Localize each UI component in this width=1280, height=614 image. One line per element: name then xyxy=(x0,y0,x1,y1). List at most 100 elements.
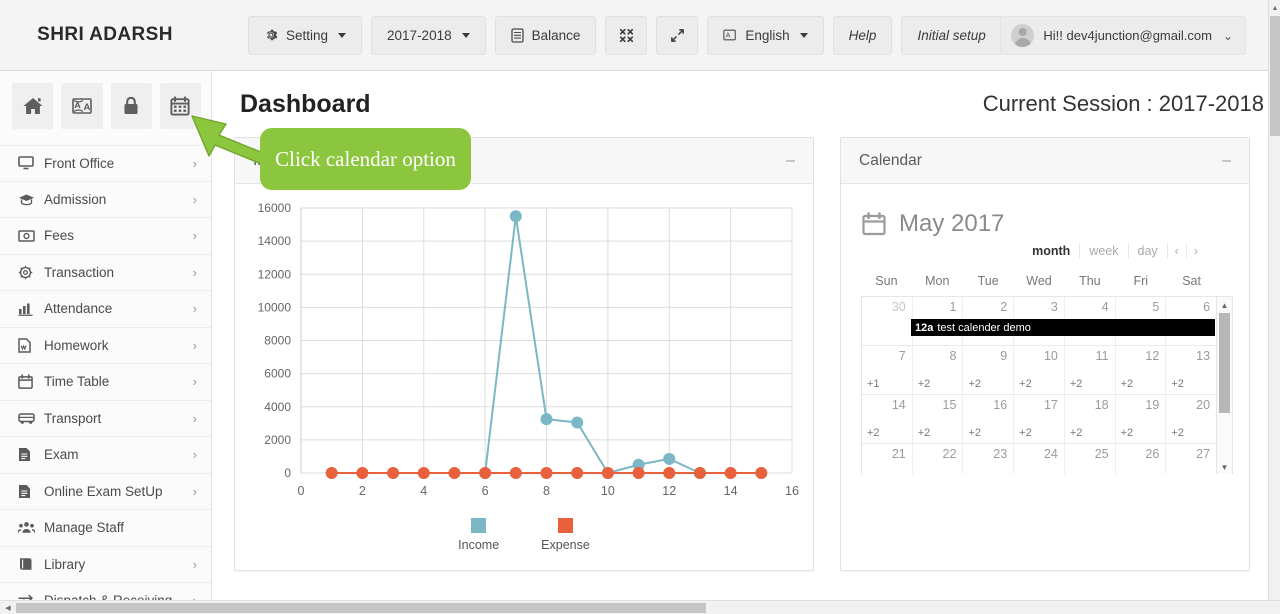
svg-text:6: 6 xyxy=(482,484,489,498)
calendar-day-cell[interactable]: 23+1 xyxy=(962,444,1013,474)
sidebar-item-fees[interactable]: Fees › xyxy=(0,218,211,255)
calendar-day-cell[interactable]: 21+2 xyxy=(862,444,912,474)
calendar-more-events-link[interactable]: +2 xyxy=(968,427,981,439)
help-button[interactable]: Help xyxy=(832,15,893,55)
initial-setup-button[interactable]: Initial setup xyxy=(901,15,1002,55)
calendar-day-number: 22 xyxy=(942,447,957,461)
collapse-button[interactable] xyxy=(605,15,648,55)
expand-icon xyxy=(670,28,685,43)
calendar-scrollbar[interactable]: ▲ ▼ xyxy=(1216,297,1232,474)
calendar-scrollbar-thumb[interactable] xyxy=(1219,313,1230,413)
setting-button[interactable]: Setting xyxy=(248,15,363,55)
sidebar-item-online-exam-setup[interactable]: Online Exam SetUp › xyxy=(0,474,211,510)
page-vertical-scrollbar[interactable]: ▲ xyxy=(1268,0,1280,600)
user-greeting: Hi!! dev4junction@gmail.com xyxy=(1043,28,1212,43)
calendar-day-cell[interactable]: 11 +2 xyxy=(1063,346,1115,394)
calendar-next-button[interactable]: › xyxy=(1185,244,1205,258)
calendar-more-events-link[interactable]: +2 xyxy=(1019,378,1032,390)
minimize-icon[interactable]: – xyxy=(1222,152,1231,169)
calendar-event[interactable]: 12a test calender demo xyxy=(911,319,1215,336)
calendar-more-events-link[interactable]: +2 xyxy=(968,378,981,390)
calendar-day-cell[interactable]: 10 +2 xyxy=(1013,346,1064,394)
minimize-icon[interactable]: – xyxy=(786,152,795,169)
sidebar-item-exam[interactable]: Exam › xyxy=(0,437,211,474)
calendar-more-events-link[interactable]: +2 xyxy=(1171,427,1184,439)
sidebar-item-library[interactable]: Library › xyxy=(0,547,211,583)
initial-setup-label: Initial setup xyxy=(917,27,986,43)
calendar-day-number: 27 xyxy=(1196,447,1211,461)
calendar-day-cell[interactable]: 22+2 xyxy=(911,444,963,474)
calendar-day-cell[interactable]: 25+1 xyxy=(1063,444,1115,474)
language-button[interactable]: A English xyxy=(707,15,824,55)
calendar-more-events-link[interactable]: +2 xyxy=(867,427,880,439)
sidebar-item-label: Manage Staff xyxy=(44,520,125,536)
calendar-weeks: 30 1 2 3 4 5 6 12a test calender demo 7 +1 8 +2 9 +2 10… xyxy=(862,297,1216,474)
sidebar-item-attendance[interactable]: Attendance › xyxy=(0,291,211,328)
page-horizontal-scrollbar-thumb[interactable] xyxy=(16,603,706,613)
sidebar-item-transport[interactable]: Transport › xyxy=(0,401,211,437)
sidebar-item-front-office[interactable]: Front Office › xyxy=(0,145,211,182)
calendar-day-cell[interactable]: 15 +2 xyxy=(911,395,963,443)
chevron-down-icon xyxy=(338,32,347,38)
file-text-icon xyxy=(18,484,44,499)
sidebar-item-admission[interactable]: Admission › xyxy=(0,182,211,218)
calendar-more-events-link[interactable]: +2 xyxy=(918,378,931,390)
calendar-day-cell[interactable]: 18 +2 xyxy=(1063,395,1115,443)
calendar-day-cell[interactable]: 17 +2 xyxy=(1013,395,1064,443)
scroll-left-icon[interactable]: ◀ xyxy=(1,601,15,614)
svg-text:12000: 12000 xyxy=(258,267,292,281)
quick-lock-button[interactable] xyxy=(110,83,152,129)
svg-text:6000: 6000 xyxy=(264,367,291,381)
book-icon xyxy=(18,557,44,571)
calendar-view-week[interactable]: week xyxy=(1079,244,1127,258)
calendar-more-events-link[interactable]: +2 xyxy=(1121,378,1134,390)
calendar-day-cell[interactable]: 13 +2 xyxy=(1165,346,1216,394)
page-horizontal-scrollbar[interactable]: ◀ xyxy=(0,600,1280,614)
session-select-button[interactable]: 2017-2018 xyxy=(371,15,486,55)
quick-translate-button[interactable]: A xyxy=(61,83,103,129)
calendar-more-events-link[interactable]: +2 xyxy=(1070,378,1083,390)
scroll-up-icon[interactable]: ▲ xyxy=(1269,1,1280,15)
chevron-right-icon: › xyxy=(192,228,197,244)
chevron-right-icon: › xyxy=(192,556,197,572)
expand-button[interactable] xyxy=(656,15,699,55)
calendar-day-cell[interactable]: 16 +2 xyxy=(962,395,1013,443)
calendar-icon xyxy=(18,374,44,390)
calendar-more-events-link[interactable]: +2 xyxy=(1070,427,1083,439)
calendar-view-month[interactable]: month xyxy=(1023,244,1079,258)
quick-home-button[interactable] xyxy=(12,83,54,129)
calendar-more-events-link[interactable]: +1 xyxy=(867,378,880,390)
user-menu[interactable]: Hi!! dev4junction@gmail.com ⌄ xyxy=(1000,16,1246,55)
calendar-prev-button[interactable]: ‹ xyxy=(1166,244,1186,258)
calendar-day-cell[interactable]: 24+1 xyxy=(1013,444,1064,474)
calendar-day-cell[interactable]: 14 +2 xyxy=(862,395,912,443)
calendar-more-events-link[interactable]: +2 xyxy=(918,427,931,439)
calendar-more-events-link[interactable]: +2 xyxy=(1019,427,1032,439)
calendar-day-cell[interactable]: 26+1 xyxy=(1114,444,1166,474)
calendar-day-cell[interactable]: 8 +2 xyxy=(911,346,963,394)
sidebar-item-time-table[interactable]: Time Table › xyxy=(0,364,211,401)
calendar-more-events-link[interactable]: +2 xyxy=(1171,378,1184,390)
calendar-view-day[interactable]: day xyxy=(1127,244,1167,258)
calendar-day-cell[interactable]: 20 +2 xyxy=(1165,395,1216,443)
calendar-day-cell[interactable]: 27+1 xyxy=(1165,444,1216,474)
page-vertical-scrollbar-thumb[interactable] xyxy=(1270,16,1280,136)
sidebar-item-manage-staff[interactable]: Manage Staff xyxy=(0,510,211,547)
dow-fri: Fri xyxy=(1133,274,1149,288)
top-navbar: SHRI ADARSH Setting 2017-2018 Balance A … xyxy=(0,0,1268,71)
svg-text:8: 8 xyxy=(543,484,550,498)
calendar-day-cell[interactable]: 9 +2 xyxy=(962,346,1013,394)
sidebar-item-homework[interactable]: Homework › xyxy=(0,328,211,364)
calendar-day-cell[interactable]: 12 +2 xyxy=(1114,346,1166,394)
calendar-day-cell[interactable]: 7 +1 xyxy=(862,346,912,394)
balance-button[interactable]: Balance xyxy=(494,15,597,55)
chevron-right-icon: › xyxy=(192,191,197,207)
calendar-more-events-link[interactable]: +2 xyxy=(1121,427,1134,439)
scroll-down-icon[interactable]: ▼ xyxy=(1217,460,1232,474)
page-title: Dashboard xyxy=(240,89,371,118)
scroll-up-icon[interactable]: ▲ xyxy=(1217,298,1232,312)
quick-calendar-button[interactable] xyxy=(159,83,201,129)
calendar-day-cell[interactable]: 19 +2 xyxy=(1114,395,1166,443)
sidebar-item-transaction[interactable]: Transaction › xyxy=(0,255,211,291)
calendar-day-cell[interactable]: 30 xyxy=(862,297,912,345)
